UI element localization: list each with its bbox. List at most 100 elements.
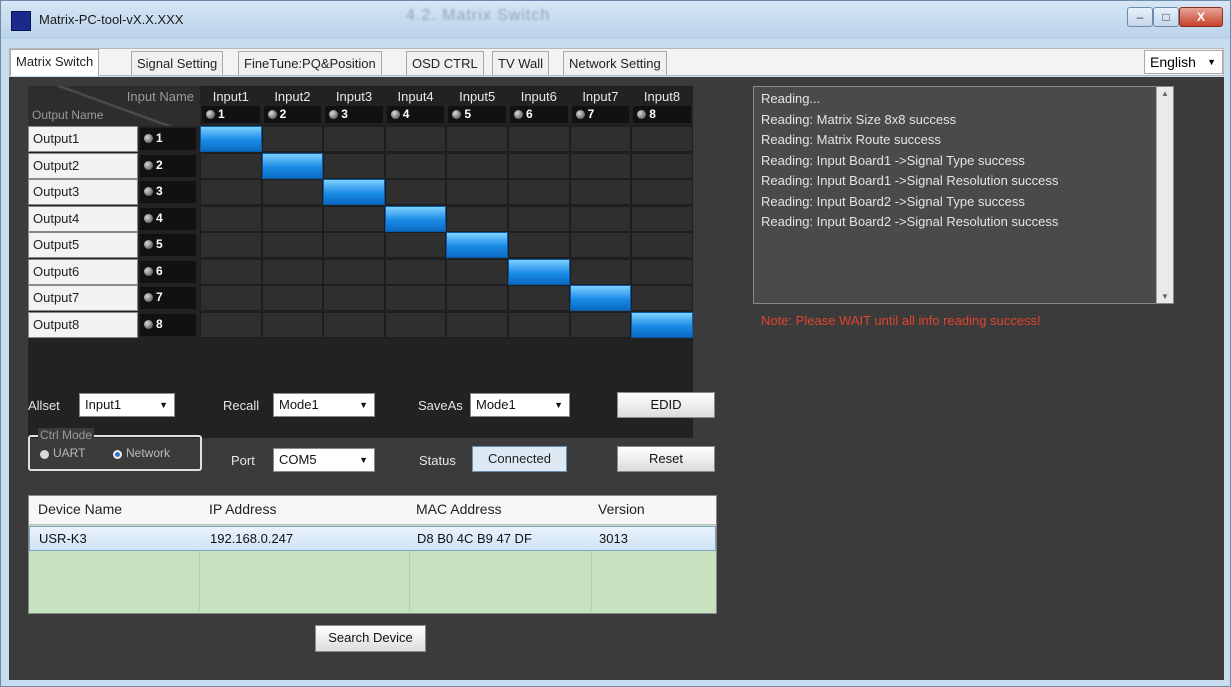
route-cell[interactable]	[323, 232, 385, 258]
route-cell[interactable]	[200, 232, 262, 258]
route-cell[interactable]	[261, 205, 324, 232]
reading-log[interactable]: ▲ ▼ Reading... Reading: Matrix Size 8x8 s…	[753, 86, 1174, 304]
route-cell[interactable]	[200, 258, 262, 285]
route-cell[interactable]	[200, 285, 262, 311]
minimize-button[interactable]: –	[1127, 7, 1153, 27]
tab-finetune[interactable]: FineTune:PQ&Position	[238, 51, 382, 75]
uart-radio[interactable]	[40, 450, 49, 459]
route-cell[interactable]	[631, 285, 693, 311]
route-cell[interactable]	[631, 179, 693, 205]
route-cell[interactable]	[323, 285, 385, 311]
tab-signal-setting[interactable]: Signal Setting	[131, 51, 224, 75]
route-cell-active[interactable]	[384, 205, 447, 232]
route-cell[interactable]	[261, 232, 324, 258]
output-select-button[interactable]: 1	[140, 128, 196, 150]
reset-button[interactable]: Reset	[617, 446, 715, 472]
route-cell[interactable]	[261, 126, 324, 152]
tab-network-setting[interactable]: Network Setting	[563, 51, 667, 75]
output-select-button[interactable]: 5	[140, 234, 196, 256]
route-cell-active[interactable]	[200, 126, 262, 152]
route-cell[interactable]	[384, 126, 447, 152]
route-cell[interactable]	[261, 285, 324, 311]
route-cell[interactable]	[569, 205, 632, 232]
route-cell[interactable]	[323, 126, 385, 152]
close-button[interactable]: X	[1179, 7, 1223, 27]
route-cell[interactable]	[323, 205, 385, 232]
port-select[interactable]: COM5 ▼	[273, 448, 375, 472]
route-cell[interactable]	[631, 126, 693, 152]
route-cell[interactable]	[384, 179, 447, 205]
route-cell[interactable]	[323, 152, 385, 179]
route-cell[interactable]	[446, 205, 508, 232]
input-select-button[interactable]: 3	[325, 106, 383, 123]
route-cell[interactable]	[384, 232, 447, 258]
input-select-button[interactable]: 7	[571, 106, 630, 123]
col-version[interactable]: Version	[598, 501, 645, 517]
col-device-name[interactable]: Device Name	[38, 501, 122, 517]
output-select-button[interactable]: 2	[140, 154, 196, 177]
route-cell[interactable]	[508, 152, 570, 179]
recall-select[interactable]: Mode1 ▼	[273, 393, 375, 417]
route-cell[interactable]	[200, 311, 262, 338]
route-cell-active[interactable]	[569, 285, 632, 311]
output-select-button[interactable]: 8	[140, 313, 196, 336]
input-select-button[interactable]: 8	[633, 106, 691, 123]
allset-select[interactable]: Input1 ▼	[79, 393, 175, 417]
route-cell[interactable]	[384, 258, 447, 285]
route-cell[interactable]	[446, 258, 508, 285]
route-cell[interactable]	[508, 179, 570, 205]
route-cell[interactable]	[384, 285, 447, 311]
route-cell[interactable]	[508, 205, 570, 232]
route-cell[interactable]	[323, 311, 385, 338]
route-cell[interactable]	[508, 232, 570, 258]
route-cell[interactable]	[508, 285, 570, 311]
route-cell[interactable]	[446, 152, 508, 179]
route-cell[interactable]	[200, 152, 262, 179]
route-cell[interactable]	[384, 311, 447, 338]
input-select-button[interactable]: 4	[386, 106, 445, 123]
edid-button[interactable]: EDID	[617, 392, 715, 418]
output-select-button[interactable]: 4	[140, 207, 196, 230]
route-cell-active[interactable]	[261, 152, 324, 179]
route-cell[interactable]	[631, 232, 693, 258]
tab-matrix-switch[interactable]: Matrix Switch	[10, 49, 100, 76]
output-select-button[interactable]: 7	[140, 287, 196, 309]
route-cell[interactable]	[446, 311, 508, 338]
input-select-button[interactable]: 6	[510, 106, 568, 123]
input-select-button[interactable]: 1	[202, 106, 260, 123]
route-cell-active[interactable]	[446, 232, 508, 258]
route-cell[interactable]	[631, 152, 693, 179]
route-cell[interactable]	[261, 258, 324, 285]
output-select-button[interactable]: 6	[140, 260, 196, 283]
route-cell[interactable]	[446, 285, 508, 311]
route-cell[interactable]	[569, 311, 632, 338]
route-cell[interactable]	[200, 205, 262, 232]
input-select-button[interactable]: 2	[263, 106, 322, 123]
route-cell-active[interactable]	[323, 179, 385, 205]
search-device-button[interactable]: Search Device	[315, 625, 426, 652]
route-cell-active[interactable]	[631, 311, 693, 338]
title-bar[interactable]: Matrix-PC-tool-vX.X.XXX 4.2. Matrix Swit…	[1, 1, 1230, 39]
maximize-button[interactable]: □	[1153, 7, 1179, 27]
route-cell[interactable]	[384, 152, 447, 179]
language-select[interactable]: English ▼	[1144, 50, 1223, 74]
route-cell[interactable]	[323, 258, 385, 285]
log-scrollbar[interactable]: ▲ ▼	[1156, 87, 1173, 303]
route-cell[interactable]	[446, 179, 508, 205]
input-select-button[interactable]: 5	[448, 106, 506, 123]
table-row[interactable]: USR-K3 192.168.0.247 D8 B0 4C B9 47 DF 3…	[29, 526, 716, 551]
saveas-select[interactable]: Mode1 ▼	[470, 393, 570, 417]
network-radio[interactable]	[113, 450, 122, 459]
tab-tv-wall[interactable]: TV Wall	[492, 51, 550, 75]
route-cell[interactable]	[446, 126, 508, 152]
scroll-down-icon[interactable]: ▼	[1161, 292, 1169, 301]
route-cell[interactable]	[569, 258, 632, 285]
col-mac-address[interactable]: MAC Address	[416, 501, 502, 517]
route-cell[interactable]	[261, 311, 324, 338]
scroll-up-icon[interactable]: ▲	[1161, 89, 1169, 98]
route-cell[interactable]	[569, 179, 632, 205]
output-select-button[interactable]: 3	[140, 181, 196, 203]
route-cell[interactable]	[569, 126, 632, 152]
route-cell[interactable]	[508, 311, 570, 338]
route-cell[interactable]	[261, 179, 324, 205]
